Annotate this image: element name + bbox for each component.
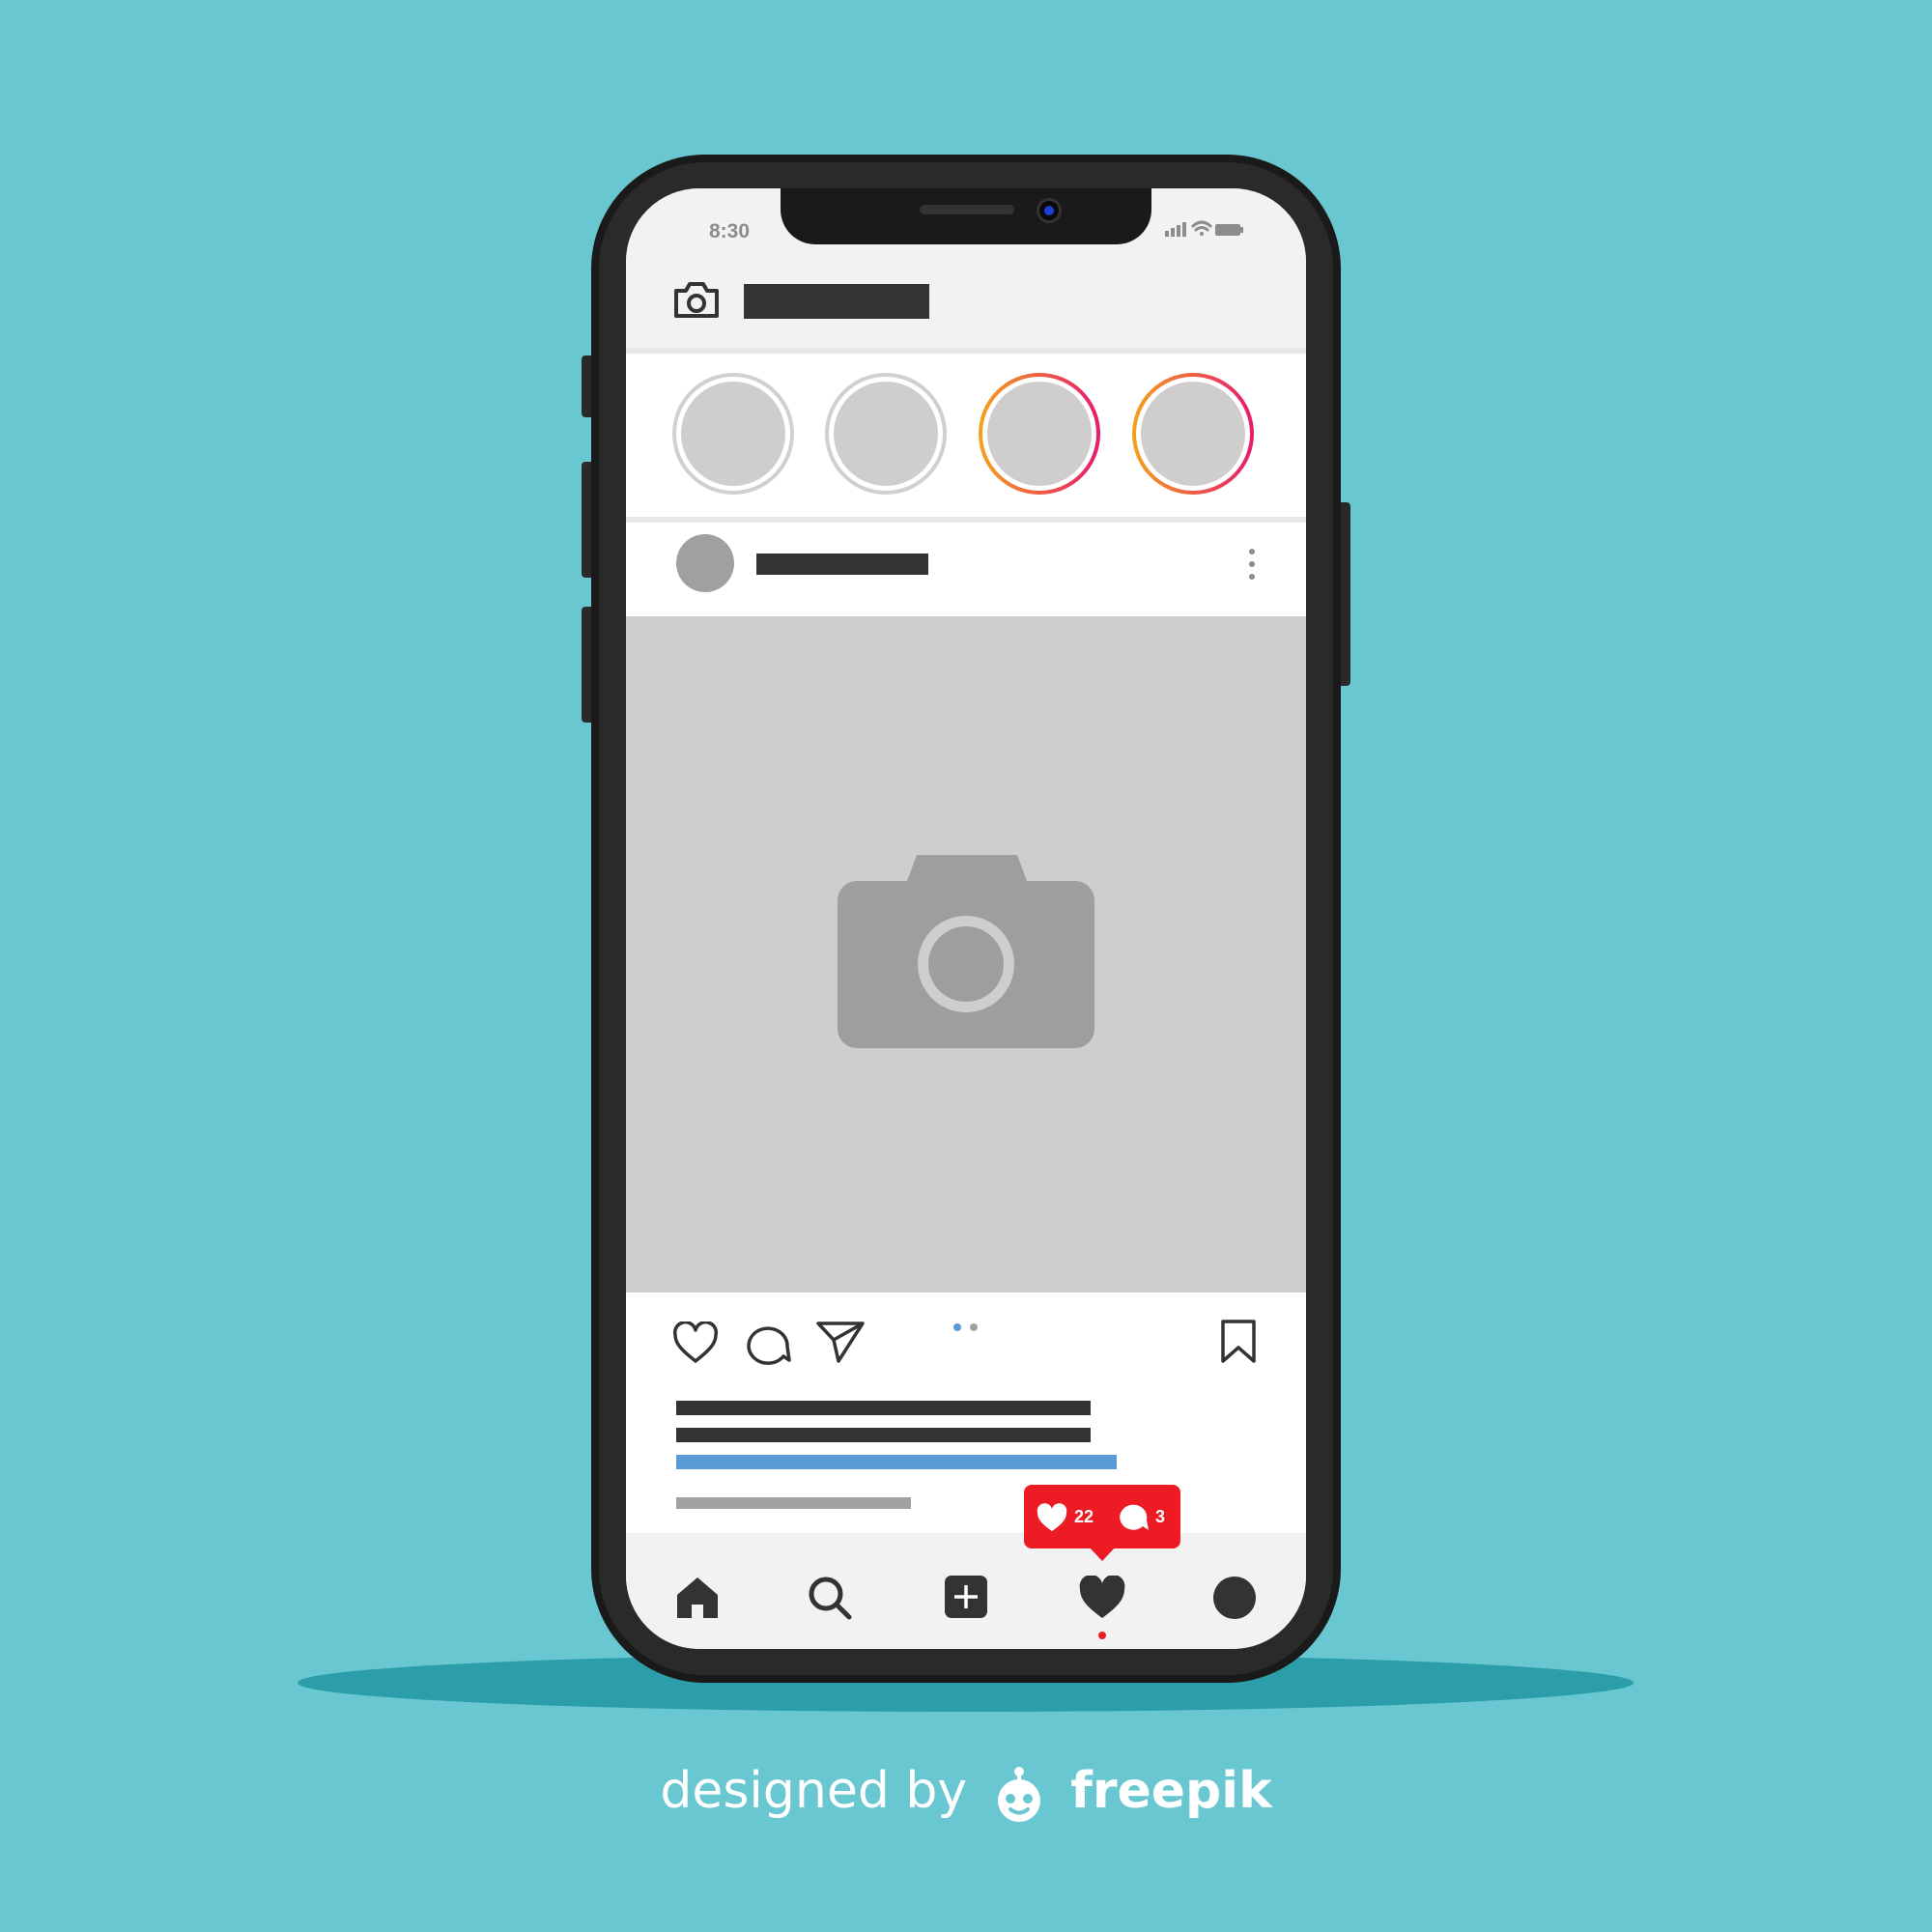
freepik-logo-icon	[997, 1767, 1040, 1822]
caption-placeholder-line-2	[676, 1428, 1091, 1442]
send-icon[interactable]	[815, 1319, 866, 1365]
story-3[interactable]	[979, 373, 1100, 495]
more-vertical-icon[interactable]	[1248, 547, 1256, 582]
profile-icon[interactable]	[1212, 1576, 1257, 1620]
battery-icon	[1215, 224, 1243, 236]
heart-icon[interactable]	[672, 1321, 719, 1364]
heart-icon	[1037, 1503, 1067, 1531]
comment-icon	[1120, 1504, 1149, 1530]
phone-screen: 8:30	[626, 188, 1306, 1649]
status-time: 8:30	[709, 220, 751, 242]
wifi-icon	[1191, 220, 1212, 236]
post-avatar[interactable]	[676, 534, 734, 592]
story-avatar	[1141, 382, 1245, 486]
front-camera-lens	[1044, 206, 1054, 215]
carousel-dot-active	[953, 1323, 961, 1331]
story-4[interactable]	[1132, 373, 1254, 495]
home-icon[interactable]	[674, 1576, 721, 1618]
divider	[626, 348, 1306, 354]
comment-count: 3	[1155, 1507, 1166, 1526]
story-avatar	[681, 382, 785, 486]
caption-link-placeholder[interactable]	[676, 1455, 1117, 1469]
post-username-placeholder[interactable]	[756, 554, 928, 575]
speaker-grille	[920, 205, 1014, 214]
camera-icon[interactable]	[672, 277, 721, 322]
status-icons	[1165, 220, 1243, 237]
signal-icon	[1165, 222, 1186, 237]
camera-icon	[838, 855, 1094, 1048]
story-avatar	[834, 382, 938, 486]
like-count: 22	[1074, 1507, 1094, 1526]
phone-notch	[781, 188, 1151, 244]
add-icon[interactable]	[945, 1576, 987, 1618]
active-tab-indicator	[1098, 1632, 1106, 1639]
heart-icon[interactable]	[1078, 1576, 1126, 1620]
caption-placeholder-line-1	[676, 1401, 1091, 1415]
timestamp-placeholder	[676, 1497, 911, 1509]
bookmark-icon[interactable]	[1219, 1319, 1258, 1365]
attribution: designed by freepik	[0, 1762, 1932, 1824]
carousel-dot	[970, 1323, 978, 1331]
search-icon[interactable]	[808, 1576, 852, 1620]
notification-tail	[1088, 1546, 1117, 1561]
story-avatar	[987, 382, 1092, 486]
story-1[interactable]	[672, 373, 794, 495]
attribution-prefix: designed by	[660, 1762, 968, 1820]
header-title-placeholder	[744, 284, 929, 319]
story-2[interactable]	[825, 373, 947, 495]
attribution-brand: freepik	[1070, 1762, 1272, 1820]
comment-icon[interactable]	[745, 1321, 791, 1366]
